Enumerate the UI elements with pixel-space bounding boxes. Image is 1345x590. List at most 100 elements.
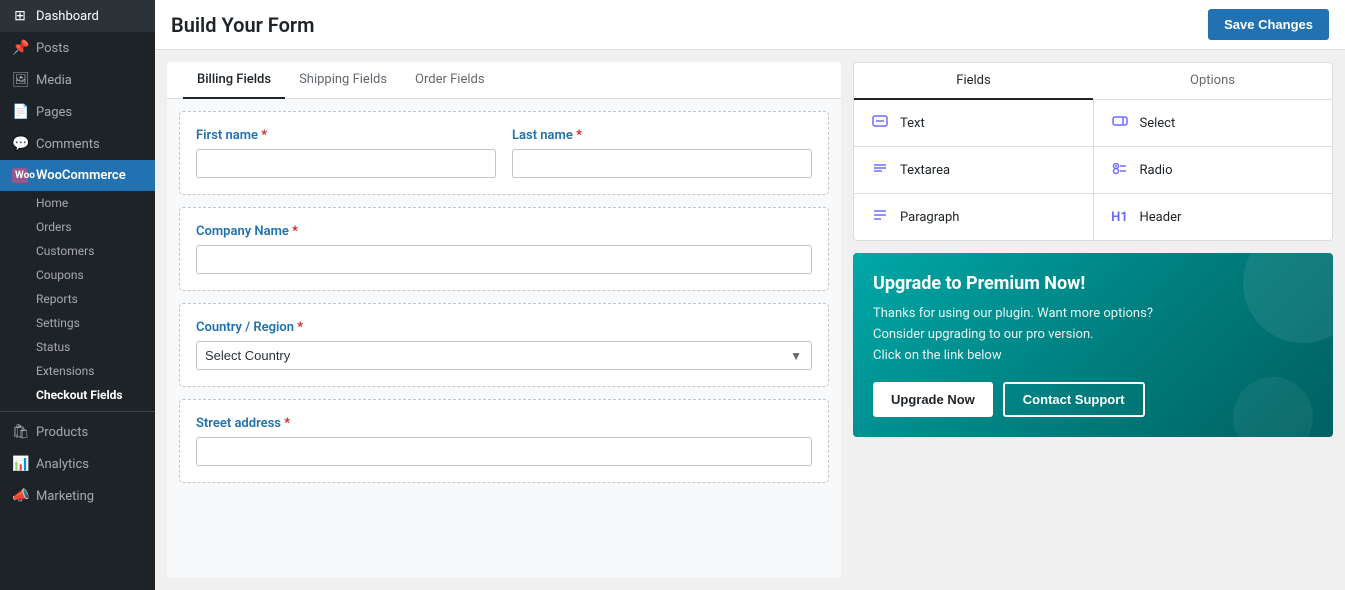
sidebar-item-pages[interactable]: 📄 Pages: [0, 96, 155, 128]
tab-options[interactable]: Options: [1093, 63, 1332, 100]
content-area: Billing Fields Shipping Fields Order Fie…: [155, 50, 1345, 590]
header-field-icon: H1: [1110, 210, 1130, 225]
company-name-label: Company Name *: [196, 224, 812, 239]
select-field-icon: [1110, 112, 1130, 134]
sidebar-item-label: Pages: [36, 105, 72, 120]
upgrade-title: Upgrade to Premium Now!: [873, 273, 1313, 294]
last-name-required: *: [576, 128, 582, 143]
form-panel: Billing Fields Shipping Fields Order Fie…: [167, 62, 841, 578]
field-group-name: First name * Last name *: [179, 111, 829, 195]
sidebar-item-dashboard[interactable]: ⊞ Dashboard: [0, 0, 155, 32]
sidebar-item-label: Analytics: [36, 457, 89, 472]
sidebar-item-label: WooCommerce: [36, 168, 126, 183]
company-name-required: *: [292, 224, 298, 239]
fields-box: Fields Options Text Select: [853, 62, 1333, 241]
street-required: *: [284, 416, 290, 431]
upgrade-buttons: Upgrade Now Contact Support: [873, 382, 1313, 417]
media-icon: 🖼: [12, 72, 28, 88]
sidebar-sub-orders[interactable]: Orders: [0, 215, 155, 239]
last-name-label: Last name *: [512, 128, 812, 143]
country-select-wrapper: Select Country United States United King…: [196, 341, 812, 370]
sidebar-item-label: Products: [36, 425, 88, 440]
analytics-icon: 📊: [12, 456, 28, 472]
form-tabs: Billing Fields Shipping Fields Order Fie…: [167, 62, 841, 99]
company-name-input[interactable]: [196, 245, 812, 274]
upgrade-text: Thanks for using our plugin. Want more o…: [873, 304, 1313, 366]
field-type-text-label: Text: [900, 116, 925, 131]
marketing-icon: 📣: [12, 488, 28, 504]
sidebar-item-posts[interactable]: 📌 Posts: [0, 32, 155, 64]
street-address-label: Street address *: [196, 416, 812, 431]
fields-tabs: Fields Options: [854, 63, 1332, 100]
first-name-input[interactable]: [196, 149, 496, 178]
field-type-textarea-label: Textarea: [900, 163, 950, 178]
paragraph-field-icon: [870, 206, 890, 228]
pages-icon: 📄: [12, 104, 28, 120]
tab-fields[interactable]: Fields: [854, 63, 1093, 100]
field-type-paragraph-label: Paragraph: [900, 210, 959, 225]
radio-field-icon: [1110, 159, 1130, 181]
field-row-name: First name * Last name *: [196, 128, 812, 178]
sidebar-sub-reports[interactable]: Reports: [0, 287, 155, 311]
sidebar-item-label: Dashboard: [36, 9, 99, 24]
field-group-street: Street address *: [179, 399, 829, 483]
field-col-firstname: First name *: [196, 128, 496, 178]
save-changes-button[interactable]: Save Changes: [1208, 9, 1329, 40]
sidebar-item-label: Media: [36, 73, 72, 88]
sidebar-sub-home[interactable]: Home: [0, 191, 155, 215]
sidebar-item-comments[interactable]: 💬 Comments: [0, 128, 155, 160]
sidebar-item-media[interactable]: 🖼 Media: [0, 64, 155, 96]
sidebar-sub-coupons[interactable]: Coupons: [0, 263, 155, 287]
first-name-required: *: [261, 128, 267, 143]
upgrade-now-button[interactable]: Upgrade Now: [873, 382, 993, 417]
tab-shipping-fields[interactable]: Shipping Fields: [285, 62, 401, 99]
street-address-input[interactable]: [196, 437, 812, 466]
sidebar-sub-status[interactable]: Status: [0, 335, 155, 359]
posts-icon: 📌: [12, 40, 28, 56]
upgrade-box: Upgrade to Premium Now! Thanks for using…: [853, 253, 1333, 437]
sidebar-item-label: Comments: [36, 137, 100, 152]
sidebar-item-label: Marketing: [36, 489, 94, 504]
textarea-field-icon: [870, 159, 890, 181]
field-type-header-label: Header: [1140, 210, 1182, 225]
field-type-paragraph[interactable]: Paragraph: [854, 194, 1093, 240]
sidebar-sub-checkout-fields[interactable]: Checkout Fields: [0, 383, 155, 407]
last-name-input[interactable]: [512, 149, 812, 178]
field-type-select[interactable]: Select: [1094, 100, 1333, 146]
sidebar-item-label: Posts: [36, 41, 69, 56]
field-type-text[interactable]: Text: [854, 100, 1093, 146]
tab-billing-fields[interactable]: Billing Fields: [183, 62, 285, 99]
field-col-country: Country / Region * Select Country United…: [196, 320, 812, 370]
field-type-select-label: Select: [1140, 116, 1176, 131]
sidebar-sub-customers[interactable]: Customers: [0, 239, 155, 263]
sidebar-item-marketing[interactable]: 📣 Marketing: [0, 480, 155, 512]
sidebar: ⊞ Dashboard 📌 Posts 🖼 Media 📄 Pages 💬 Co…: [0, 0, 155, 590]
top-bar: Build Your Form Save Changes: [155, 0, 1345, 50]
field-type-radio-label: Radio: [1140, 163, 1173, 178]
country-select[interactable]: Select Country United States United King…: [196, 341, 812, 370]
page-title: Build Your Form: [171, 13, 314, 37]
first-name-label: First name *: [196, 128, 496, 143]
sidebar-item-analytics[interactable]: 📊 Analytics: [0, 448, 155, 480]
field-group-company: Company Name *: [179, 207, 829, 291]
field-type-header[interactable]: H1 Header: [1094, 194, 1333, 240]
field-type-textarea[interactable]: Textarea: [854, 147, 1093, 193]
sidebar-divider: [0, 411, 155, 412]
country-label: Country / Region *: [196, 320, 812, 335]
field-type-radio[interactable]: Radio: [1094, 147, 1333, 193]
products-icon: 🛍: [12, 424, 28, 440]
field-group-country: Country / Region * Select Country United…: [179, 303, 829, 387]
comments-icon: 💬: [12, 136, 28, 152]
sidebar-item-products[interactable]: 🛍 Products: [0, 416, 155, 448]
sidebar-item-woocommerce[interactable]: Woo WooCommerce: [0, 160, 155, 191]
sidebar-sub-extensions[interactable]: Extensions: [0, 359, 155, 383]
field-col-company: Company Name *: [196, 224, 812, 274]
form-scroll: First name * Last name *: [167, 99, 841, 578]
main-content: Build Your Form Save Changes Billing Fie…: [155, 0, 1345, 590]
sidebar-sub-settings[interactable]: Settings: [0, 311, 155, 335]
woocommerce-icon: Woo: [12, 168, 28, 183]
field-col-street: Street address *: [196, 416, 812, 466]
contact-support-button[interactable]: Contact Support: [1003, 382, 1145, 417]
tab-order-fields[interactable]: Order Fields: [401, 62, 499, 99]
dashboard-icon: ⊞: [12, 8, 28, 24]
